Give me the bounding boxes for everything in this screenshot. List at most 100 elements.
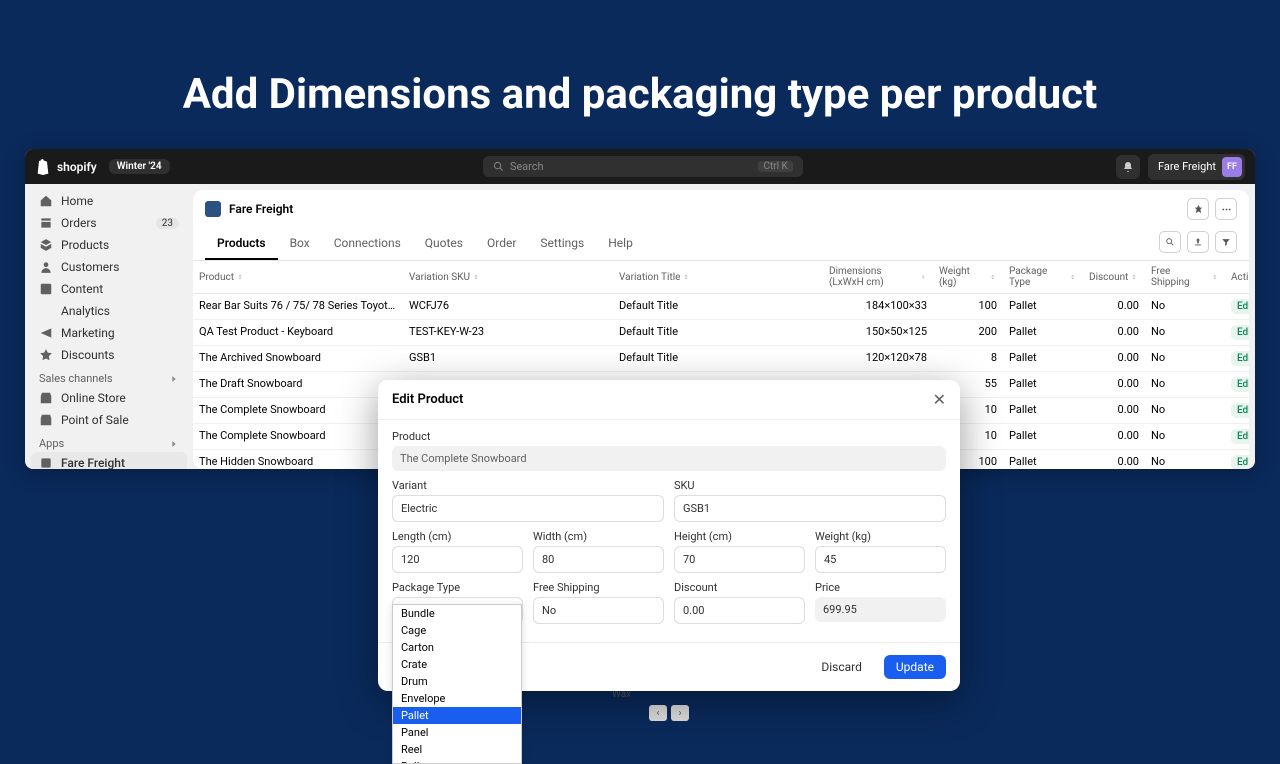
tab-settings[interactable]: Settings	[528, 228, 596, 260]
dropdown-option-drum[interactable]: Drum	[393, 673, 521, 690]
analytics-icon	[39, 304, 53, 318]
length-input[interactable]	[392, 546, 523, 573]
page-header: Fare Freight	[193, 190, 1249, 228]
pin-button[interactable]	[1187, 198, 1209, 220]
sidebar-item-marketing[interactable]: Marketing	[31, 322, 187, 344]
free-shipping-label: Free Shipping	[533, 581, 664, 594]
column-header[interactable]: Package Type	[1003, 261, 1083, 293]
edit-button[interactable]: Edit	[1231, 429, 1249, 444]
sidebar-item-content[interactable]: Content	[31, 278, 187, 300]
free-shipping-input[interactable]	[533, 597, 664, 624]
tab-products[interactable]: Products	[205, 228, 278, 260]
price-label: Price	[815, 581, 946, 594]
column-header[interactable]: Weight (kg)	[933, 261, 1003, 293]
product-field[interactable]: The Complete Snowboard	[392, 446, 946, 471]
tab-order[interactable]: Order	[475, 228, 528, 260]
variant-field[interactable]: Electric	[392, 495, 664, 522]
sidebar-item-discounts[interactable]: Discounts	[31, 344, 187, 366]
price-input[interactable]	[815, 597, 946, 622]
shopify-logo[interactable]: shopify Winter '24	[35, 159, 170, 175]
dropdown-option-bundle[interactable]: Bundle	[393, 605, 521, 622]
sidebar-item-orders[interactable]: Orders23	[31, 212, 187, 234]
home-icon	[39, 194, 53, 208]
dropdown-option-crate[interactable]: Crate	[393, 656, 521, 673]
variant-label: Variant	[392, 479, 664, 492]
search-filter-button[interactable]	[1159, 231, 1181, 253]
search-input[interactable]: Search Ctrl K	[483, 156, 803, 177]
sidebar-item-online-store[interactable]: Online Store	[31, 387, 187, 409]
season-badge: Winter '24	[109, 159, 170, 174]
more-button[interactable]	[1215, 198, 1237, 220]
user-name: Fare Freight	[1158, 160, 1216, 173]
dropdown-option-cage[interactable]: Cage	[393, 622, 521, 639]
app-icon	[205, 201, 221, 217]
column-header[interactable]: Variation Title	[613, 261, 823, 293]
user-menu[interactable]: Fare Freight FF	[1148, 154, 1245, 180]
hero-title: Add Dimensions and packaging type per pr…	[0, 0, 1280, 149]
search-placeholder: Search	[510, 160, 544, 173]
width-input[interactable]	[533, 546, 664, 573]
discount-input[interactable]	[674, 597, 805, 624]
column-header[interactable]: Dimensions (LxWxH cm)	[823, 261, 933, 293]
dropdown-option-pallet[interactable]: Pallet	[393, 707, 521, 724]
discounts-icon	[39, 348, 53, 362]
package-type-label: Package Type	[392, 581, 523, 594]
column-header[interactable]: Action	[1225, 261, 1249, 293]
sort-icon	[1211, 273, 1219, 281]
column-header[interactable]	[523, 261, 613, 293]
dropdown-option-envelope[interactable]: Envelope	[393, 690, 521, 707]
dropdown-option-roll[interactable]: Roll	[393, 758, 521, 764]
edit-button[interactable]: Edit	[1231, 377, 1249, 392]
column-header[interactable]: Discount	[1083, 261, 1145, 293]
tab-help[interactable]: Help	[596, 228, 645, 260]
notifications-button[interactable]	[1116, 155, 1140, 179]
sidebar-item-products[interactable]: Products	[31, 234, 187, 256]
search-icon	[1165, 237, 1175, 247]
bell-icon	[1122, 161, 1134, 173]
edit-button[interactable]: Edit	[1231, 455, 1249, 469]
dropdown-option-panel[interactable]: Panel	[393, 724, 521, 741]
sidebar-item-customers[interactable]: Customers	[31, 256, 187, 278]
upload-button[interactable]	[1187, 231, 1209, 253]
pin-icon	[1193, 204, 1204, 215]
tab-quotes[interactable]: Quotes	[413, 228, 475, 260]
table-row: QA Test Product - KeyboardTEST-KEY-W-23D…	[193, 320, 1249, 346]
avatar: FF	[1222, 157, 1242, 177]
dropdown-option-carton[interactable]: Carton	[393, 639, 521, 656]
prev-page-button[interactable]: ‹	[649, 705, 667, 721]
edit-button[interactable]: Edit	[1231, 351, 1249, 366]
modal-title: Edit Product	[392, 392, 463, 407]
discard-button[interactable]: Discard	[809, 655, 874, 679]
filter-button[interactable]	[1215, 231, 1237, 253]
next-page-button[interactable]: ›	[671, 705, 689, 721]
content-icon	[39, 282, 53, 296]
filter-icon	[1221, 237, 1231, 247]
edit-button[interactable]: Edit	[1231, 325, 1249, 340]
edit-button[interactable]: Edit	[1231, 299, 1249, 314]
tab-box[interactable]: Box	[278, 228, 322, 260]
orders-icon	[39, 216, 53, 230]
sidebar-item-home[interactable]: Home	[31, 190, 187, 212]
store-icon	[39, 391, 53, 405]
tab-connections[interactable]: Connections	[322, 228, 413, 260]
products-icon	[39, 238, 53, 252]
dropdown-option-reel[interactable]: Reel	[393, 741, 521, 758]
sku-field[interactable]: GSB1	[674, 495, 946, 522]
length-label: Length (cm)	[392, 530, 523, 543]
column-header[interactable]: Product	[193, 261, 403, 293]
height-input[interactable]	[674, 546, 805, 573]
package-type-dropdown[interactable]: BundleCageCartonCrateDrumEnvelopePalletP…	[392, 604, 522, 764]
sidebar-item-fare-freight[interactable]: Fare Freight	[31, 452, 187, 469]
column-header[interactable]: Variation SKU	[403, 261, 523, 293]
column-header[interactable]: Free Shipping	[1145, 261, 1225, 293]
sidebar-item-point-of-sale[interactable]: Point of Sale	[31, 409, 187, 431]
update-button[interactable]: Update	[884, 655, 946, 679]
sort-icon	[682, 273, 690, 281]
sidebar-item-analytics[interactable]: Analytics	[31, 300, 187, 322]
upload-icon	[1193, 237, 1203, 247]
edit-button[interactable]: Edit	[1231, 403, 1249, 418]
section-apps: Apps	[31, 431, 187, 452]
close-button[interactable]: ✕	[933, 390, 946, 409]
sort-icon	[1130, 273, 1138, 281]
weight-input[interactable]	[815, 546, 946, 573]
